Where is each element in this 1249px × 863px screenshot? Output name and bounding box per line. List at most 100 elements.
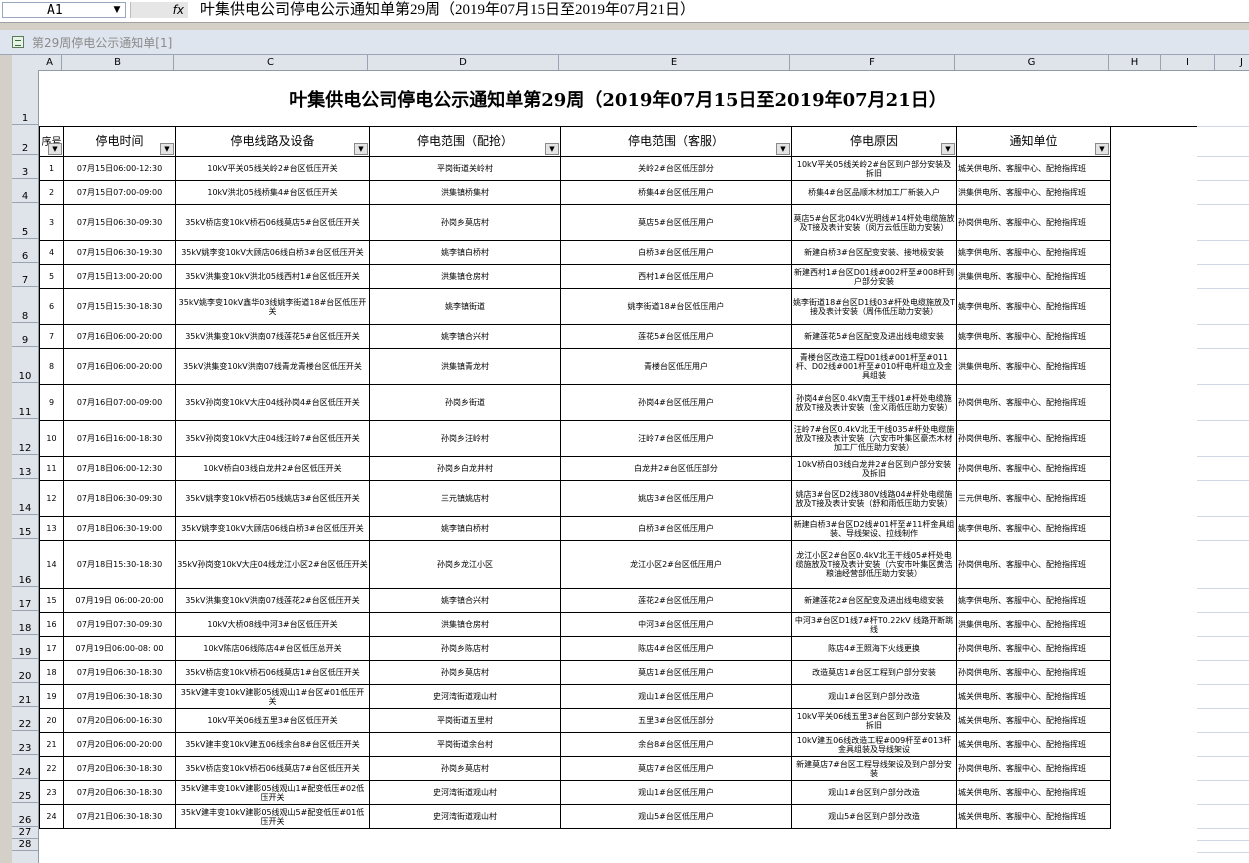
- table-cell[interactable]: 白桥3#台区低压用户: [560, 240, 792, 265]
- column-header[interactable]: H: [1109, 55, 1161, 70]
- row-header[interactable]: 1: [12, 70, 38, 125]
- filter-dropdown-icon[interactable]: ▼: [354, 143, 368, 155]
- row-header[interactable]: 3: [12, 155, 38, 179]
- table-cell[interactable]: 史河湾街道观山村: [369, 780, 561, 805]
- row-header[interactable]: 25: [12, 779, 38, 803]
- table-cell[interactable]: 汪岭7#台区0.4kV北王干线035#杆处电缆施放及T接及表计安装（六安市叶集区…: [791, 420, 957, 457]
- table-cell[interactable]: 姚店3#台区低压用户: [560, 480, 792, 517]
- table-cell[interactable]: 07月19日07:30-09:30: [63, 612, 176, 637]
- table-cell[interactable]: 观山1#台区低压用户: [560, 684, 792, 709]
- table-cell[interactable]: 龙江小区2#台区0.4kV北王干线05#杆处电缆施放及T接及表计安装（六安市叶集…: [791, 540, 957, 589]
- table-cell[interactable]: 平岗街道余台村: [369, 732, 561, 757]
- row-header[interactable]: 11: [12, 383, 38, 419]
- table-cell[interactable]: 姚李镇白桥村: [369, 516, 561, 541]
- table-cell[interactable]: 城关供电所、客服中心、配抢指挥班: [956, 732, 1111, 757]
- column-header[interactable]: E: [559, 55, 790, 70]
- table-cell[interactable]: 07月21日06:30-18:30: [63, 804, 176, 829]
- table-cell[interactable]: 孙岗乡莫店村: [369, 204, 561, 241]
- table-cell[interactable]: 20: [39, 708, 64, 733]
- table-cell[interactable]: 35kV孙岗变10kV大庄04线孙岗4#台区低压开关: [175, 384, 370, 421]
- table-cell[interactable]: 11: [39, 456, 64, 481]
- table-cell[interactable]: 新建白桥3#台区D2线#01杆至#11杆金具组装、导线架设、拉线制作: [791, 516, 957, 541]
- row-header[interactable]: 10: [12, 347, 38, 383]
- table-cell[interactable]: 10kV陈店06线陈店4#台区低压总开关: [175, 636, 370, 661]
- table-cell[interactable]: 孙岗乡莫店村: [369, 756, 561, 781]
- table-cell[interactable]: 平岗街道五里村: [369, 708, 561, 733]
- table-cell[interactable]: 史河湾街道观山村: [369, 684, 561, 709]
- table-cell[interactable]: 新建莲花5#台区配变及进出线电缆安装: [791, 324, 957, 349]
- row-header[interactable]: 20: [12, 659, 38, 683]
- table-cell[interactable]: 35kV桥店变10kV桥石06线莫店7#台区低压开关: [175, 756, 370, 781]
- table-cell[interactable]: 城关供电所、客服中心、配抢指挥班: [956, 804, 1111, 829]
- table-cell[interactable]: 新建白桥3#台区配变安装、接地极安装: [791, 240, 957, 265]
- table-cell[interactable]: 姚李镇街道: [369, 288, 561, 325]
- row-header[interactable]: 9: [12, 323, 38, 347]
- table-cell[interactable]: 莫店7#台区低压用户: [560, 756, 792, 781]
- table-cell[interactable]: 15: [39, 588, 64, 613]
- table-cell[interactable]: 35kV孙岗变10kV大庄04线龙江小区2#台区低压开关: [175, 540, 370, 589]
- table-cell[interactable]: 3: [39, 204, 64, 241]
- table-cell[interactable]: 10kV平关05线关岭2#台区到户部分安装及拆旧: [791, 156, 957, 181]
- row-header[interactable]: 4: [12, 179, 38, 203]
- table-cell[interactable]: 19: [39, 684, 64, 709]
- table-cell[interactable]: 17: [39, 636, 64, 661]
- table-cell[interactable]: 姚李镇合兴村: [369, 324, 561, 349]
- filter-dropdown-icon[interactable]: ▼: [545, 143, 559, 155]
- table-cell[interactable]: 10kV平关06线五里3#台区到户部分安装及拆旧: [791, 708, 957, 733]
- table-cell[interactable]: 平岗街道关岭村: [369, 156, 561, 181]
- table-cell[interactable]: 07月15日06:30-19:30: [63, 240, 176, 265]
- table-cell[interactable]: 6: [39, 288, 64, 325]
- table-cell[interactable]: 白龙井2#台区低压部分: [560, 456, 792, 481]
- row-header[interactable]: 23: [12, 731, 38, 755]
- table-cell[interactable]: 西村1#台区低压用户: [560, 264, 792, 289]
- table-cell[interactable]: 07月18日06:30-09:30: [63, 480, 176, 517]
- table-cell[interactable]: 桥集4#台区低压用户: [560, 180, 792, 205]
- column-header[interactable]: F: [790, 55, 955, 70]
- table-cell[interactable]: 观山5#台区到户部分改造: [791, 804, 957, 829]
- table-cell[interactable]: 龙江小区2#台区低压用户: [560, 540, 792, 589]
- table-cell[interactable]: 三元镇姚店村: [369, 480, 561, 517]
- row-header[interactable]: 24: [12, 755, 38, 779]
- table-cell[interactable]: 洪集镇桥集村: [369, 180, 561, 205]
- table-cell[interactable]: 余台8#台区低压用户: [560, 732, 792, 757]
- table-cell[interactable]: 观山1#台区低压用户: [560, 780, 792, 805]
- row-header[interactable]: 27: [12, 827, 38, 839]
- table-cell[interactable]: 孙岗供电所、客服中心、配抢指挥班: [956, 420, 1111, 457]
- table-cell[interactable]: 5: [39, 264, 64, 289]
- table-cell[interactable]: 观山5#台区低压用户: [560, 804, 792, 829]
- table-cell[interactable]: 22: [39, 756, 64, 781]
- table-cell[interactable]: 07月20日06:00-20:00: [63, 732, 176, 757]
- row-header[interactable]: 7: [12, 263, 38, 287]
- table-cell[interactable]: 07月15日06:30-09:30: [63, 204, 176, 241]
- table-cell[interactable]: 07月19日06:30-18:30: [63, 660, 176, 685]
- row-header[interactable]: 26: [12, 803, 38, 827]
- table-cell[interactable]: 07月15日13:00-20:00: [63, 264, 176, 289]
- table-cell[interactable]: 桥集4#台区品顺木材加工厂新装入户: [791, 180, 957, 205]
- table-cell[interactable]: 07月18日15:30-18:30: [63, 540, 176, 589]
- table-cell[interactable]: 07月15日07:00-09:00: [63, 180, 176, 205]
- table-cell[interactable]: 姚李供电所、客服中心、配抢指挥班: [956, 240, 1111, 265]
- table-cell[interactable]: 城关供电所、客服中心、配抢指挥班: [956, 684, 1111, 709]
- table-cell[interactable]: 史河湾街道观山村: [369, 804, 561, 829]
- filter-dropdown-icon[interactable]: ▼: [48, 143, 62, 155]
- table-cell[interactable]: 孙岗供电所、客服中心、配抢指挥班: [956, 456, 1111, 481]
- table-cell[interactable]: 中河3#台区低压用户: [560, 612, 792, 637]
- table-cell[interactable]: 洪集镇仓房村: [369, 264, 561, 289]
- table-cell[interactable]: 7: [39, 324, 64, 349]
- table-cell[interactable]: 10kV洪北05线桥集4#台区低压开关: [175, 180, 370, 205]
- table-cell[interactable]: 16: [39, 612, 64, 637]
- table-cell[interactable]: 孙岗4#台区0.4kV南王干线01#杆处电缆施放及T接及表计安装（金义雨低压助力…: [791, 384, 957, 421]
- row-header[interactable]: 5: [12, 203, 38, 239]
- column-header[interactable]: D: [368, 55, 559, 70]
- table-cell[interactable]: 姚李街道18#台区低压用户: [560, 288, 792, 325]
- table-cell[interactable]: 07月16日16:00-18:30: [63, 420, 176, 457]
- table-cell[interactable]: 新建莫店7#台区工程导线架设及到户部分安装: [791, 756, 957, 781]
- table-cell[interactable]: 洪集供电所、客服中心、配抢指挥班: [956, 264, 1111, 289]
- column-header[interactable]: I: [1161, 55, 1215, 70]
- row-header[interactable]: 28: [12, 839, 38, 851]
- table-cell[interactable]: 关岭2#台区低压部分: [560, 156, 792, 181]
- table-cell[interactable]: 10kV桥白03线白龙井2#台区到户部分安装及拆旧: [791, 456, 957, 481]
- table-cell[interactable]: 洪集镇仓房村: [369, 612, 561, 637]
- table-cell[interactable]: 青楼台区改造工程D01线#001杆至#011杆、D02线#001杆至#010杆电…: [791, 348, 957, 385]
- table-cell[interactable]: 07月15日15:30-18:30: [63, 288, 176, 325]
